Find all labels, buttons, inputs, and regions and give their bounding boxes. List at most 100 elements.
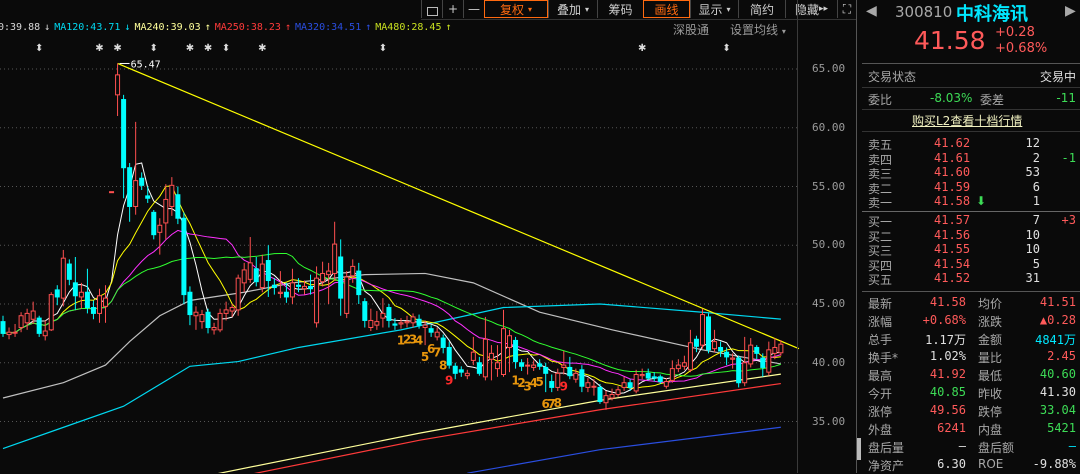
stat-label: 盘后额 xyxy=(978,441,1015,455)
candle-body xyxy=(531,364,537,368)
candle xyxy=(6,327,12,340)
candle-body xyxy=(374,321,380,326)
panel-divider[interactable] xyxy=(856,0,857,473)
order-book-buy-row[interactable]: 买一 41.57 7 +3 xyxy=(868,213,1076,229)
candle xyxy=(362,298,368,328)
candle xyxy=(440,334,446,354)
level-price: 41.55 xyxy=(934,242,971,257)
buy-l2-link[interactable]: 购买L2查看十档行情 xyxy=(912,112,1022,129)
tb-5-button[interactable]: 筹码 xyxy=(597,0,643,18)
candle xyxy=(271,278,277,295)
candle-body xyxy=(84,291,90,309)
stat-label: 今开 xyxy=(868,387,893,401)
ma-line-ma240 xyxy=(217,373,781,473)
chart-toolbar: + — 复权 ▾ 叠加 ▾ 筹码 画线 显示 ▾ 简约 隐藏 ▸▸ ⛶ xyxy=(421,0,856,20)
level-volume: 10 xyxy=(1025,242,1040,257)
event-marker-icon[interactable]: ⬍ xyxy=(722,43,730,54)
stats-row: 最高 41.92 最低 40.60 xyxy=(868,367,1076,383)
candle xyxy=(199,309,205,329)
scroll-handle[interactable] xyxy=(857,438,861,460)
candle-body xyxy=(609,393,615,399)
candle xyxy=(778,340,784,356)
candle xyxy=(543,362,549,393)
tb-4-button[interactable]: 叠加 ▾ xyxy=(548,0,597,18)
button-label: 显示 xyxy=(698,2,723,17)
arrow-down-icon: ↓ xyxy=(44,22,51,33)
tb-6-button[interactable]: 画线 xyxy=(643,0,690,18)
stat-value: -9.88% xyxy=(1032,457,1076,471)
tb-7-button[interactable]: 显示 ▾ xyxy=(690,0,738,18)
candle-body xyxy=(416,318,422,326)
candle xyxy=(78,282,84,309)
candle-body xyxy=(42,330,48,337)
candle-body xyxy=(754,346,760,354)
event-marker-icon[interactable]: ✱ xyxy=(638,43,646,54)
candle xyxy=(139,172,145,191)
order-book-buy-row[interactable]: 买四 41.54 5 xyxy=(868,257,1076,273)
order-book-sell-row[interactable]: 卖三 41.60 53 xyxy=(868,165,1076,181)
arrow-up-icon: ↑ xyxy=(284,22,291,33)
stat-label: 昨收 xyxy=(978,387,1003,401)
event-marker-icon[interactable]: ✱ xyxy=(258,43,266,54)
order-book-buy-row[interactable]: 买五 41.52 31 xyxy=(868,271,1076,287)
candle xyxy=(205,308,211,334)
order-book-buy-row[interactable]: 买三 41.55 10 xyxy=(868,242,1076,258)
level-price: 41.59 xyxy=(934,179,971,194)
zoom-out-button[interactable]: — xyxy=(463,0,484,18)
candle-body xyxy=(205,311,211,329)
button-label: 叠加 xyxy=(556,2,581,17)
event-marker-icon[interactable]: ✱ xyxy=(113,43,121,54)
stat-label: 量比 xyxy=(978,351,1003,365)
event-marker-icon[interactable]: ✱ xyxy=(95,43,103,54)
event-marker-icon[interactable]: ✱ xyxy=(204,43,212,54)
candle xyxy=(500,309,506,377)
event-marker-icon[interactable]: ✱ xyxy=(186,43,194,54)
level-volume: 5 xyxy=(1032,256,1040,271)
candle-body xyxy=(350,265,356,277)
candle xyxy=(464,369,470,380)
ma-line-ma250 xyxy=(254,382,781,473)
order-book-sell-row[interactable]: 卖二 41.59 6 xyxy=(868,180,1076,196)
order-book-buy-row[interactable]: 买二 41.56 10 xyxy=(868,228,1076,244)
event-marker-icon[interactable]: ⬍ xyxy=(150,43,158,54)
candle-body xyxy=(699,314,705,346)
zoom-in-button[interactable]: + xyxy=(442,0,463,18)
candle xyxy=(12,323,18,337)
tb-8-button[interactable]: 简约 xyxy=(738,0,785,18)
sgt-link[interactable]: 深股通 xyxy=(673,21,709,38)
candle xyxy=(66,259,72,286)
candle-body xyxy=(127,167,133,207)
stat-label: 盘后量 xyxy=(868,441,905,455)
event-marker-icon[interactable]: ⬍ xyxy=(379,43,387,54)
event-marker-icon[interactable]: ⬍ xyxy=(222,43,230,54)
candle-body xyxy=(18,315,24,328)
order-book-sell-row[interactable]: 卖一 41.58 ⬇ 1 xyxy=(868,194,1076,210)
order-book-sell-row[interactable]: 卖五 41.62 12 xyxy=(868,136,1076,152)
next-stock-icon[interactable]: ▶ xyxy=(1065,3,1076,19)
order-book-sell-row[interactable]: 卖四 41.61 2 -1 xyxy=(868,151,1076,167)
button-label: 隐藏 xyxy=(794,2,819,17)
set-ma-dropdown[interactable]: 设置均线 ▾ xyxy=(730,21,786,38)
candle-body xyxy=(681,362,687,367)
candle-body xyxy=(464,372,470,377)
candle xyxy=(314,266,320,328)
tb-3-button[interactable]: 复权 ▾ xyxy=(484,0,548,18)
stats-row: 盘后量 — 盘后额 — xyxy=(868,439,1076,455)
tb-9-button[interactable]: 隐藏 ▸▸ xyxy=(785,0,837,18)
candle-body xyxy=(760,357,766,368)
prev-stock-icon[interactable]: ◀ xyxy=(866,3,877,19)
fullscreen-button[interactable]: ⛶ xyxy=(837,0,856,18)
candle-body xyxy=(434,331,440,338)
candle-body xyxy=(241,269,247,284)
event-marker-icon[interactable]: ⬍ xyxy=(35,43,43,54)
candle-body xyxy=(597,386,603,403)
level-price: 41.58 xyxy=(934,194,971,209)
stock-name: 中科海讯 xyxy=(956,4,1028,25)
kline-chart[interactable]: 65.47⬍ ✱ ✱ ⬍ ✱ ✱ ⬍ ✱ ⬍ ✱ ⬍123456789 123456789 xyxy=(0,0,800,473)
candle xyxy=(669,360,675,383)
lock-button[interactable] xyxy=(421,0,442,18)
candle-body xyxy=(458,369,464,373)
candle-body xyxy=(0,321,6,334)
candle xyxy=(404,315,410,328)
ma-line-ma120 xyxy=(2,303,781,450)
